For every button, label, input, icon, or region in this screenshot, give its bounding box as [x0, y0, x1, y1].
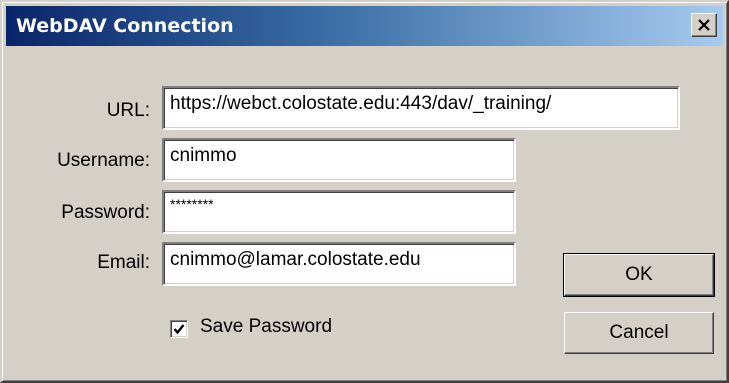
password-label: Password:	[61, 202, 150, 223]
close-button[interactable]	[691, 13, 717, 37]
email-label: Email:	[97, 252, 150, 273]
save-password-checkbox[interactable]	[170, 320, 188, 338]
username-input[interactable]: cnimmo	[162, 138, 516, 182]
checkmark-icon	[173, 324, 185, 335]
webdav-connection-dialog: WebDAV Connection URL: https://webct.col…	[0, 0, 729, 383]
close-x-icon	[698, 19, 710, 31]
ok-button[interactable]: OK	[563, 253, 715, 297]
title-bar[interactable]: WebDAV Connection	[6, 6, 723, 46]
url-input[interactable]: https://webct.colostate.edu:443/dav/_tra…	[162, 86, 680, 130]
url-label: URL:	[106, 100, 150, 121]
cancel-button[interactable]: Cancel	[564, 312, 714, 354]
email-input[interactable]: cnimmo@lamar.colostate.edu	[162, 242, 516, 286]
password-input[interactable]: ********	[162, 190, 516, 234]
save-password-label[interactable]: Save Password	[200, 316, 332, 338]
username-label: Username:	[57, 150, 150, 171]
dialog-title: WebDAV Connection	[16, 15, 234, 37]
